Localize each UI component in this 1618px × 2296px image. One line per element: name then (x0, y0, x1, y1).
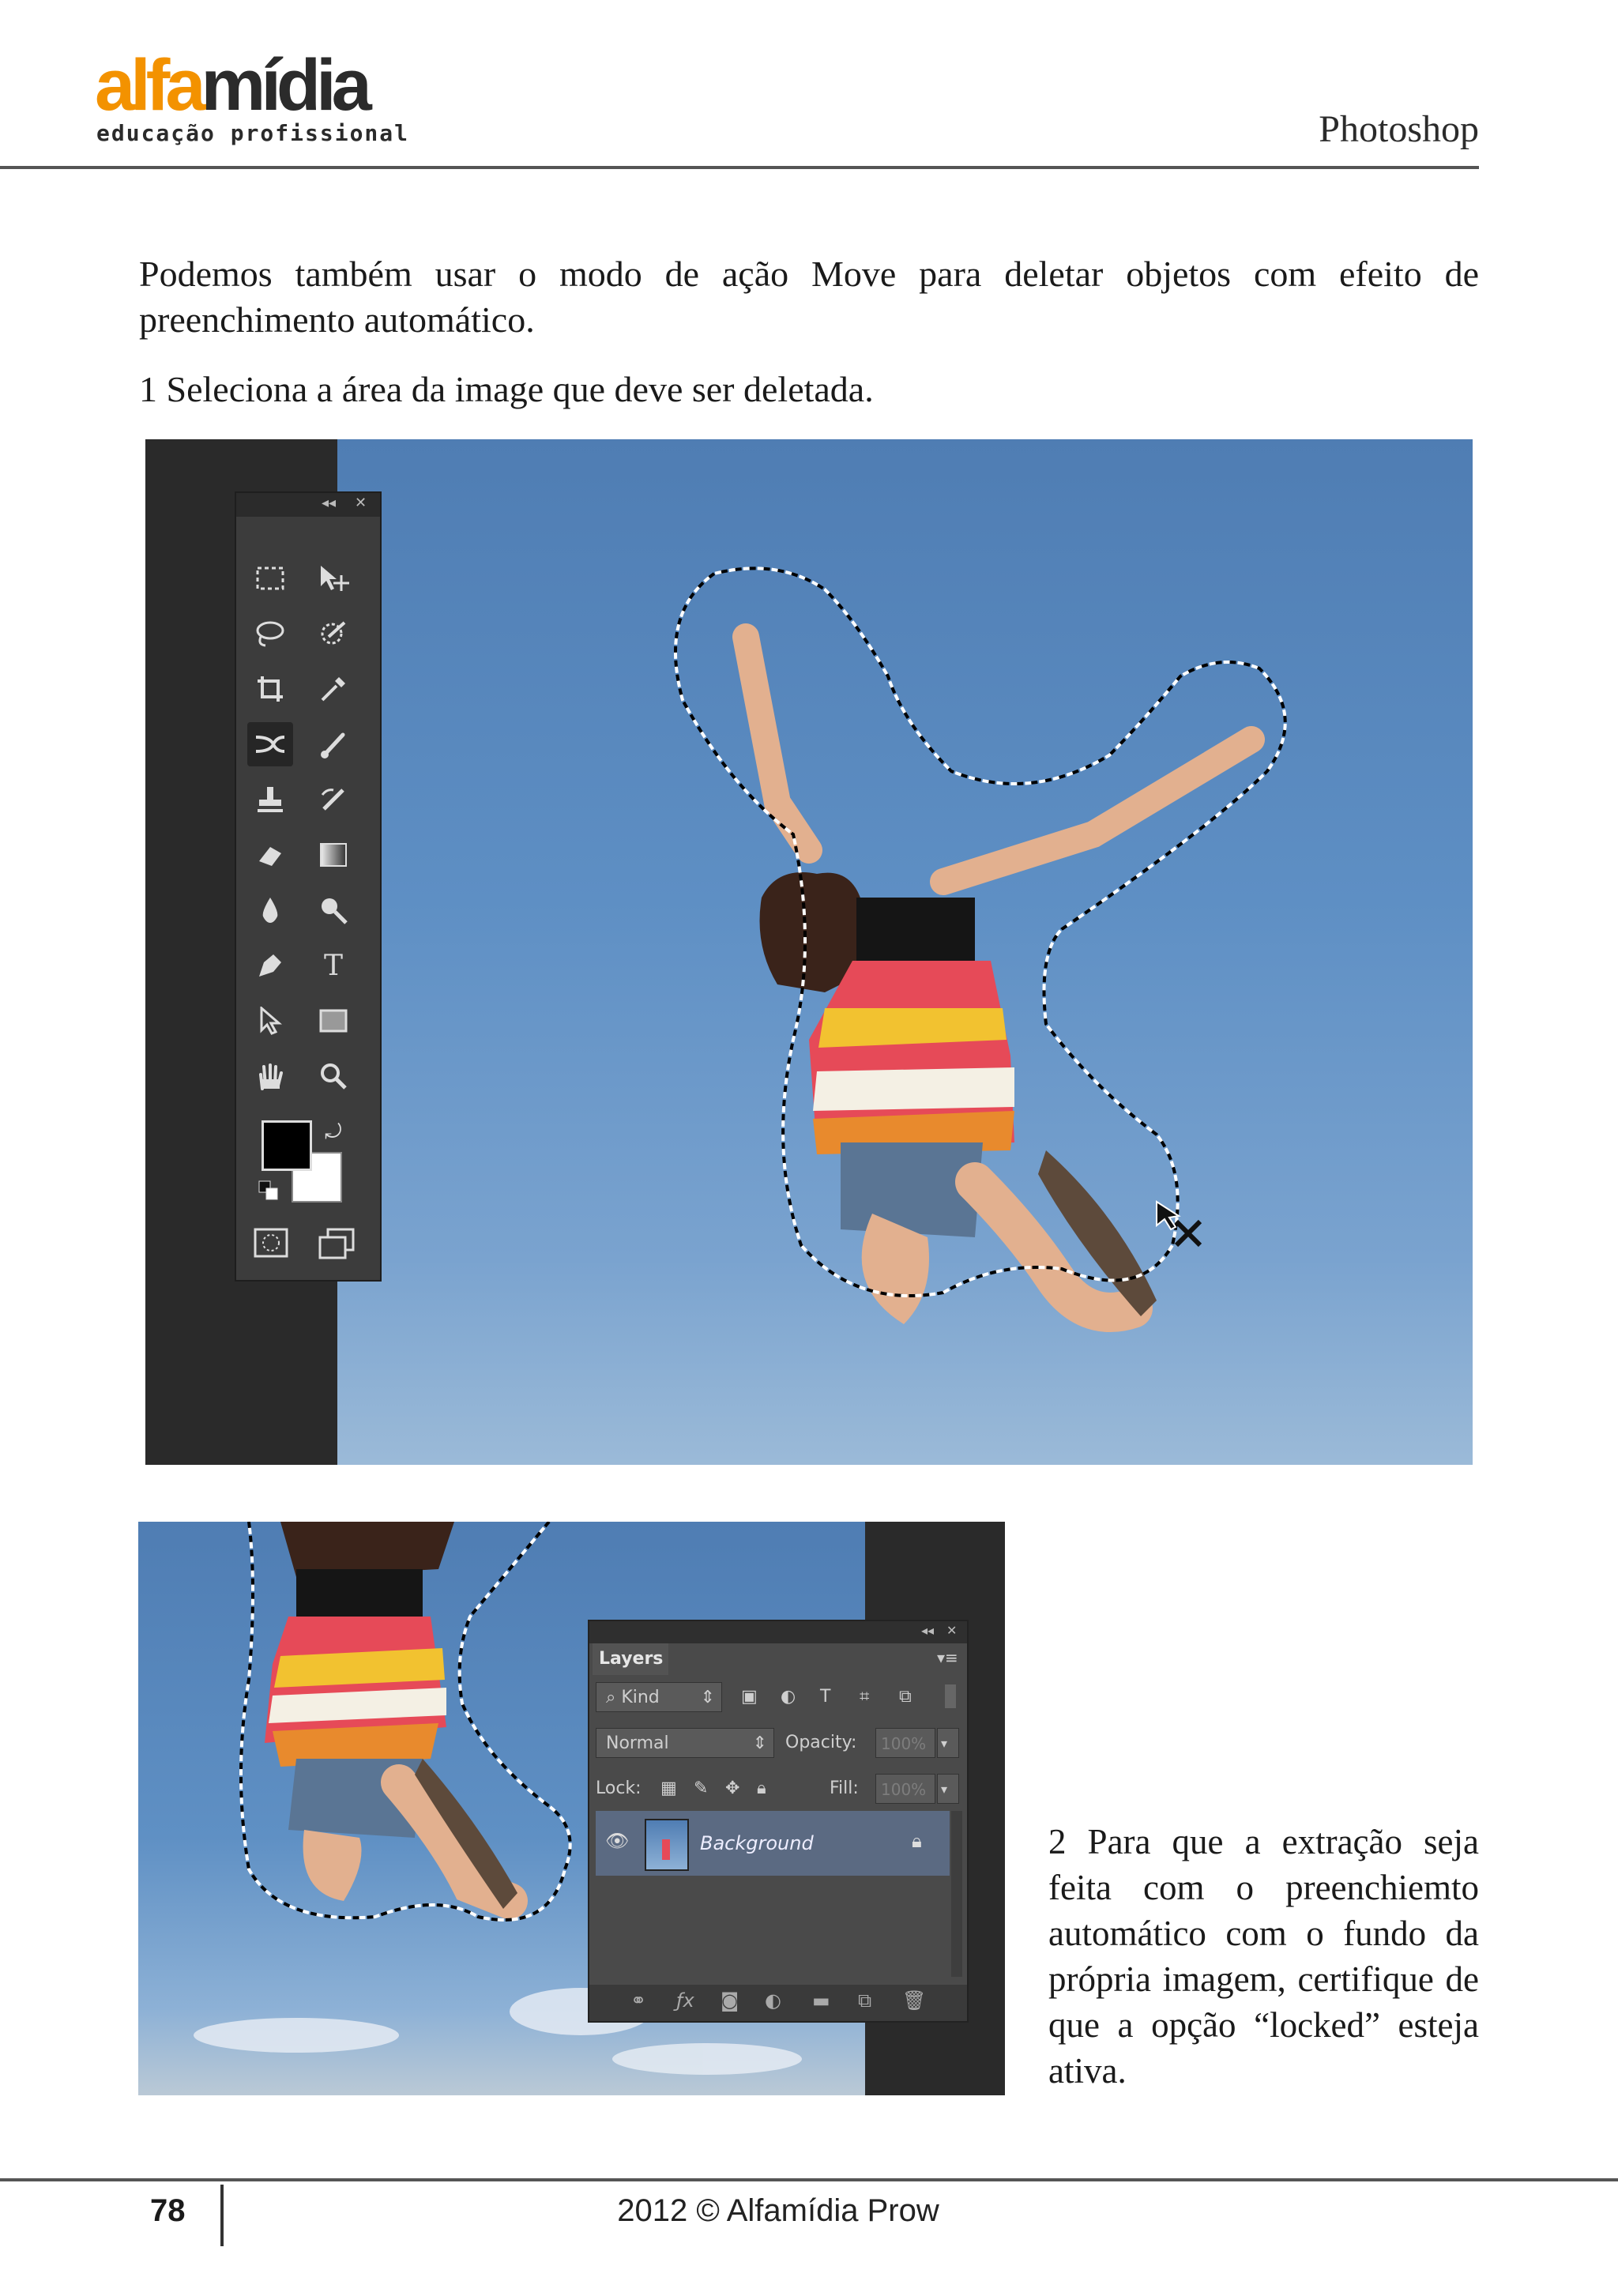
pixel-filter-icon[interactable]: ▣ (741, 1680, 758, 1714)
layers-panel[interactable]: ◂◂ ✕ Layers ▾≡ ⌕ Kind ⇕ ▣ ◐ T ⌗ ⧉ Normal… (588, 1620, 969, 2023)
hand-icon[interactable] (247, 1054, 293, 1098)
intro-paragraph: Podemos também usar o modo de ação Move … (139, 254, 1479, 340)
select-arrows-icon: ⇕ (700, 1688, 715, 1707)
tab-layers[interactable]: Layers (593, 1643, 668, 1675)
opacity-label: Opacity: (785, 1733, 857, 1752)
move-icon[interactable] (310, 556, 356, 600)
jumping-girl-crop-illustration (265, 1522, 528, 1919)
filter-kind-select[interactable]: ⌕ Kind ⇕ (596, 1682, 722, 1712)
quick-mask-icon[interactable] (254, 1228, 290, 1263)
page-header-title: Photoshop (1319, 108, 1479, 150)
step-2-text: 2 Para que a extração seja feita com o p… (1048, 1822, 1479, 2091)
layer-lock-icon[interactable]: 🔒︎ (912, 1830, 922, 1852)
lock-all-icon[interactable]: 🔒︎ (757, 1771, 766, 1806)
quick-selection-icon[interactable] (310, 612, 356, 656)
dodge-icon[interactable] (310, 888, 356, 932)
path-selection-icon[interactable] (247, 999, 293, 1043)
gradient-icon[interactable] (310, 833, 356, 877)
blend-row: Normal ⇕ Opacity: 100% ▾ (596, 1726, 959, 1760)
layers-scrollbar[interactable] (951, 1811, 962, 1977)
lock-row: Lock: ▦ ✎ ✥ 🔒︎ Fill: 100% ▾ (596, 1771, 959, 1806)
eyedropper-icon[interactable] (310, 667, 356, 711)
lock-transparent-icon[interactable]: ▦ (660, 1771, 677, 1806)
copyright-text: 2012 © Alfamídia Prow (617, 2193, 939, 2228)
smart-object-filter-icon[interactable]: ⧉ (899, 1680, 912, 1714)
logo-tagline: educação profissional (96, 120, 410, 146)
marquee-icon[interactable] (247, 556, 293, 600)
lasso-icon[interactable] (247, 612, 293, 656)
brush-icon[interactable] (310, 722, 356, 766)
filter-kind-label: Kind (621, 1688, 660, 1707)
zoom-icon[interactable] (310, 1054, 356, 1098)
collapse-icon[interactable]: ◂◂ (921, 1623, 934, 1638)
screenshot-selection: ◂◂ ✕ T ⤾ (145, 439, 1473, 1465)
search-icon: ⌕ (606, 1688, 622, 1707)
tools-panel-header[interactable]: ◂◂ ✕ (236, 493, 380, 517)
new-group-icon[interactable]: ▬ (812, 1989, 830, 2012)
blur-icon[interactable] (247, 888, 293, 932)
header-divider (0, 166, 1479, 169)
blend-mode-label: Normal (606, 1733, 669, 1753)
type-filter-icon[interactable]: T (820, 1680, 830, 1714)
tools-panel[interactable]: ◂◂ ✕ T ⤾ (235, 491, 382, 1282)
shape-filter-icon[interactable]: ⌗ (860, 1680, 869, 1714)
layer-name[interactable]: Background (700, 1811, 814, 1876)
content-aware-move-icon[interactable] (247, 722, 293, 766)
step-1-text: 1 Seleciona a área da image que deve ser… (139, 369, 874, 409)
fill-label: Fill: (830, 1778, 859, 1798)
select-arrows-icon: ⇕ (752, 1733, 767, 1753)
lock-position-icon[interactable]: ✥ (725, 1771, 739, 1806)
history-brush-icon[interactable] (310, 777, 356, 822)
rectangle-icon[interactable] (310, 999, 356, 1043)
screen-mode-icon[interactable] (318, 1228, 355, 1263)
type-icon[interactable]: T (310, 943, 356, 988)
layer-row-background[interactable]: 👁︎ Background 🔒︎ (596, 1811, 950, 1876)
lock-label: Lock: (596, 1778, 642, 1798)
layers-bottom-bar: ⚭ ƒx ◙ ◐ ▬ ⧉ 🗑︎ (589, 1985, 967, 2021)
footer-divider (0, 2178, 1618, 2181)
screenshot-layers-panel: ◂◂ ✕ Layers ▾≡ ⌕ Kind ⇕ ▣ ◐ T ⌗ ⧉ Normal… (138, 1522, 1005, 2095)
adjustment-filter-icon[interactable]: ◐ (781, 1680, 796, 1714)
opacity-dropdown-icon[interactable]: ▾ (937, 1728, 959, 1758)
logo-alfa: alfa (95, 45, 206, 126)
filter-row: ⌕ Kind ⇕ ▣ ◐ T ⌗ ⧉ (596, 1680, 958, 1714)
visibility-eye-icon[interactable]: 👁︎ (605, 1830, 629, 1852)
eraser-icon[interactable] (247, 833, 293, 877)
logo-midia: mídia (201, 45, 372, 126)
logo: alfamídia (95, 49, 372, 122)
crop-icon[interactable] (247, 667, 293, 711)
fill-dropdown-icon[interactable]: ▾ (937, 1774, 959, 1804)
layer-thumbnail (645, 1819, 689, 1871)
link-layers-icon[interactable]: ⚭ (630, 1989, 646, 2012)
panel-menu-icon[interactable]: ▾≡ (937, 1648, 958, 1667)
close-icon[interactable]: ✕ (355, 495, 367, 511)
pen-icon[interactable] (247, 943, 293, 988)
new-layer-icon[interactable]: ⧉ (858, 1989, 871, 2012)
opacity-input[interactable]: 100% (875, 1728, 935, 1758)
swap-colors-icon[interactable]: ⤾ (325, 1120, 342, 1145)
fx-icon[interactable]: ƒx (676, 1989, 694, 2012)
clone-stamp-icon[interactable] (247, 777, 293, 822)
default-colors-icon[interactable] (258, 1180, 279, 1201)
add-mask-icon[interactable]: ◙ (721, 1989, 739, 2012)
foreground-color-swatch[interactable] (262, 1120, 312, 1171)
delete-layer-icon[interactable]: 🗑︎ (902, 1989, 926, 2012)
close-icon[interactable]: ✕ (946, 1623, 957, 1638)
adjustment-layer-icon[interactable]: ◐ (765, 1989, 781, 2012)
fill-input[interactable]: 100% (875, 1774, 935, 1804)
tool-grid: T (247, 556, 374, 1098)
collapse-icon[interactable]: ◂◂ (322, 495, 336, 511)
filter-toggle[interactable] (945, 1684, 956, 1708)
layers-panel-titlebar[interactable]: ◂◂ ✕ (589, 1621, 967, 1643)
lock-image-icon[interactable]: ✎ (694, 1771, 708, 1806)
blend-mode-select[interactable]: Normal ⇕ (596, 1728, 774, 1758)
